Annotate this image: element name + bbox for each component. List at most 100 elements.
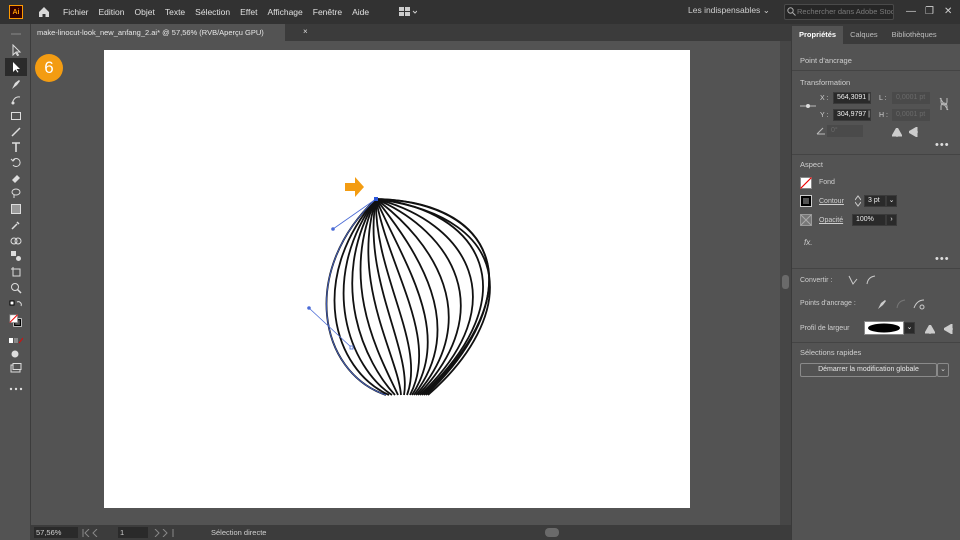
selection-tool-icon[interactable]	[9, 43, 23, 57]
start-global-edit-button[interactable]: Démarrer la modification globale	[800, 363, 937, 377]
x-input[interactable]: 564,3091 |	[833, 92, 871, 104]
rotate-tool-icon[interactable]	[9, 155, 23, 169]
close-window-button[interactable]: ✕	[944, 6, 952, 17]
direction-handle[interactable]	[307, 306, 311, 310]
vertical-scrollbar[interactable]	[780, 41, 791, 525]
zoom-tool-icon[interactable]	[9, 281, 23, 295]
toolbar-collapse-icon[interactable]	[9, 27, 23, 41]
color-modes-icon[interactable]	[9, 334, 23, 348]
pen-tool-icon[interactable]	[9, 77, 23, 91]
remove-anchor-icon[interactable]	[876, 298, 888, 310]
tab-bibliotheques[interactable]: Bibliothèques	[885, 26, 944, 44]
flip-vertical-icon[interactable]	[909, 127, 918, 137]
fill-swatch-icon[interactable]	[800, 177, 812, 189]
document-tab[interactable]: make-linocut-look_new_anfang_2.ai* @ 57,…	[31, 24, 285, 41]
panel-tabs: Propriétés Calques Bibliothèques	[792, 24, 960, 44]
home-icon[interactable]	[37, 5, 51, 19]
angle-input[interactable]: 0°	[827, 125, 863, 137]
anchor-point[interactable]	[349, 345, 354, 350]
menu-texte[interactable]: Texte	[165, 7, 185, 17]
convert-to-corner-icon[interactable]	[848, 275, 858, 285]
minimize-button[interactable]: —	[906, 6, 916, 17]
horizontal-scrollbar-thumb[interactable]	[545, 528, 559, 537]
flip-profile-horizontal-icon[interactable]	[925, 325, 935, 334]
fx-effects-button[interactable]: fx.	[804, 238, 812, 247]
flip-profile-vertical-icon[interactable]	[944, 324, 953, 334]
convert-label: Convertir :	[800, 277, 833, 284]
direction-handle[interactable]	[331, 227, 335, 231]
tab-proprietes[interactable]: Propriétés	[792, 26, 844, 44]
cut-path-icon[interactable]	[913, 298, 925, 310]
constrain-proportions-icon[interactable]	[939, 97, 949, 111]
opacity-input[interactable]: 100%	[852, 214, 886, 226]
width-profile-preview-icon	[868, 323, 900, 333]
y-label: Y :	[820, 112, 829, 119]
workspace-switcher[interactable]: Les indispensables ⌄	[688, 5, 770, 16]
stroke-stepper-icon[interactable]	[855, 195, 861, 207]
stroke-weight-dropdown[interactable]: ⌄	[886, 195, 897, 207]
divider	[792, 154, 960, 155]
zoom-level-field[interactable]: 57,56%	[34, 527, 78, 538]
height-input[interactable]: 0,0001 pt	[892, 109, 930, 121]
scrollbar-thumb[interactable]	[782, 275, 789, 289]
width-profile-dropdown[interactable]	[864, 321, 904, 335]
menu-fenetre[interactable]: Fenêtre	[313, 7, 342, 17]
shape-builder-tool-icon[interactable]	[9, 234, 23, 248]
artboard-tool-icon[interactable]	[9, 265, 23, 279]
artboard-next-arrows-icon[interactable]	[152, 528, 174, 537]
fill-stroke-swatch-icon[interactable]	[9, 311, 23, 331]
canvas-area[interactable]	[31, 41, 780, 525]
opacity-label[interactable]: Opacité	[819, 217, 843, 224]
close-document-icon[interactable]: ×	[303, 27, 308, 36]
menu-affichage[interactable]: Affichage	[267, 7, 302, 17]
search-icon	[787, 7, 796, 16]
width-label: L :	[879, 95, 887, 102]
edit-toolbar-icon[interactable]	[9, 382, 23, 396]
paintbrush-tool-icon[interactable]	[9, 125, 23, 139]
menu-edition[interactable]: Edition	[99, 7, 125, 17]
menu-selection[interactable]: Sélection	[195, 7, 230, 17]
opacity-dropdown[interactable]: ›	[886, 214, 897, 226]
linocut-leaf-artwork[interactable]	[104, 50, 690, 508]
direct-selection-tool-icon[interactable]	[5, 58, 27, 76]
menu-fichier[interactable]: Fichier	[63, 7, 89, 17]
stock-search-input[interactable]: Rechercher dans Adobe Stock	[784, 4, 894, 20]
selected-anchor-point[interactable]	[374, 197, 378, 201]
grid-layout-icon	[399, 7, 418, 16]
flip-horizontal-icon[interactable]	[892, 128, 902, 137]
draw-mode-icon[interactable]	[9, 347, 23, 361]
reference-point-icon[interactable]	[800, 102, 816, 110]
artboard-number-field[interactable]: 1	[118, 527, 148, 538]
chevron-down-icon: ⌄	[888, 197, 895, 204]
appearance-more-button[interactable]: •••	[935, 253, 950, 265]
arrange-documents-button[interactable]	[399, 6, 418, 18]
default-colors-icon[interactable]	[9, 298, 23, 312]
maximize-button[interactable]: ❐	[925, 6, 934, 17]
gradient-tool-icon[interactable]	[9, 202, 23, 216]
artboard-nav-arrows-icon[interactable]	[82, 528, 104, 537]
stroke-weight-input[interactable]: 3 pt	[864, 195, 886, 207]
y-input[interactable]: 304,9797 |	[833, 109, 871, 121]
menu-aide[interactable]: Aide	[352, 7, 369, 17]
tab-calques[interactable]: Calques	[843, 26, 885, 44]
anchor-points-label: Points d'ancrage :	[800, 300, 856, 307]
eyedropper-tool-icon[interactable]	[9, 218, 23, 232]
lasso-tool-icon[interactable]	[9, 186, 23, 200]
menu-objet[interactable]: Objet	[135, 7, 155, 17]
rectangle-tool-icon[interactable]	[9, 109, 23, 123]
blend-tool-icon[interactable]	[9, 249, 23, 263]
stroke-swatch-icon[interactable]	[800, 195, 812, 207]
screen-mode-icon[interactable]	[9, 361, 23, 375]
stroke-label[interactable]: Contour	[819, 198, 844, 205]
artboard[interactable]	[104, 50, 690, 508]
width-input[interactable]: 0,0001 pt	[892, 92, 930, 104]
width-profile-chevron[interactable]: ⌄	[904, 322, 915, 334]
eraser-tool-icon[interactable]	[9, 171, 23, 185]
curvature-tool-icon[interactable]	[9, 93, 23, 107]
type-tool-icon[interactable]	[9, 140, 23, 154]
global-edit-options-button[interactable]: ⌄	[937, 363, 949, 377]
convert-to-smooth-icon[interactable]	[866, 275, 876, 285]
menu-effet[interactable]: Effet	[240, 7, 257, 17]
transform-more-button[interactable]: •••	[935, 139, 950, 151]
chevron-right-icon: ›	[890, 216, 893, 223]
